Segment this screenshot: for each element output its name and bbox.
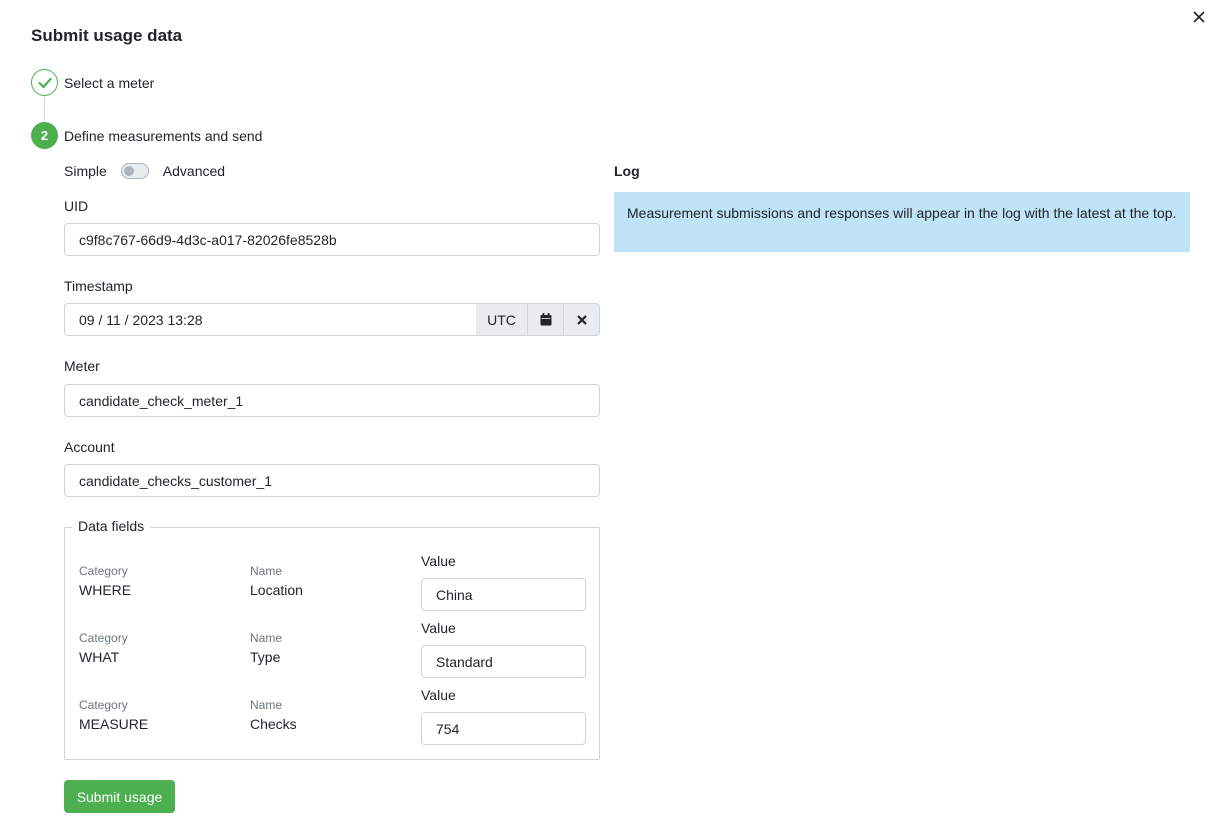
value-label: Value — [421, 553, 456, 569]
timestamp-input[interactable]: 09 / 11 / 2023 13:28 — [64, 303, 476, 336]
name-label: Name — [250, 631, 283, 645]
check-icon — [37, 77, 52, 88]
timestamp-input-group: 09 / 11 / 2023 13:28 UTC — [64, 303, 600, 336]
timestamp-label: Timestamp — [64, 278, 133, 294]
mode-toggle-row: Simple Advanced — [64, 163, 225, 179]
meter-input[interactable]: candidate_check_meter_1 — [64, 384, 600, 417]
data-fields-legend: Data fields — [72, 518, 151, 534]
value-input-checks[interactable]: 754 — [421, 712, 586, 745]
value-label: Value — [421, 620, 456, 636]
log-title: Log — [614, 163, 640, 179]
simple-label: Simple — [64, 163, 107, 179]
value-input-type[interactable]: Standard — [421, 645, 586, 678]
submit-usage-button[interactable]: Submit usage — [64, 780, 175, 813]
calendar-icon — [540, 313, 551, 326]
name-value: Checks — [250, 716, 297, 732]
category-label: Category — [79, 698, 128, 712]
meter-label: Meter — [64, 358, 100, 374]
account-label: Account — [64, 439, 115, 455]
clear-icon — [576, 314, 587, 325]
category-label: Category — [79, 564, 128, 578]
step-number-badge: 2 — [31, 122, 58, 149]
value-input-location[interactable]: China — [421, 578, 586, 611]
step-select-meter[interactable]: Select a meter — [31, 69, 154, 96]
log-info-message: Measurement submissions and responses wi… — [614, 192, 1190, 252]
dialog-title: Submit usage data — [31, 26, 183, 45]
timezone-label: UTC — [476, 303, 528, 336]
step-label: Select a meter — [64, 74, 155, 91]
step-define-measurements: 2 Define measurements and send — [31, 122, 262, 149]
clear-timestamp-button[interactable] — [564, 303, 600, 336]
name-label: Name — [250, 564, 283, 578]
close-button[interactable] — [1190, 8, 1208, 26]
name-value: Type — [250, 649, 281, 665]
name-label: Name — [250, 698, 283, 712]
toggle-knob — [123, 166, 134, 176]
category-value: WHERE — [79, 582, 132, 598]
name-value: Location — [250, 582, 303, 598]
close-icon — [1193, 11, 1205, 23]
value-label: Value — [421, 687, 456, 703]
calendar-button[interactable] — [528, 303, 564, 336]
account-input[interactable]: candidate_checks_customer_1 — [64, 464, 600, 497]
step-connector — [44, 97, 45, 121]
advanced-label: Advanced — [162, 163, 226, 179]
category-label: Category — [79, 631, 128, 645]
step-label: Define measurements and send — [64, 127, 263, 144]
category-value: WHAT — [79, 649, 120, 665]
uid-label: UID — [64, 198, 89, 214]
uid-input[interactable]: c9f8c767-66d9-4d3c-a017-82026fe8528b — [64, 223, 600, 256]
category-value: MEASURE — [79, 716, 149, 732]
mode-toggle-switch[interactable] — [120, 163, 149, 179]
step-complete-badge — [31, 69, 58, 96]
